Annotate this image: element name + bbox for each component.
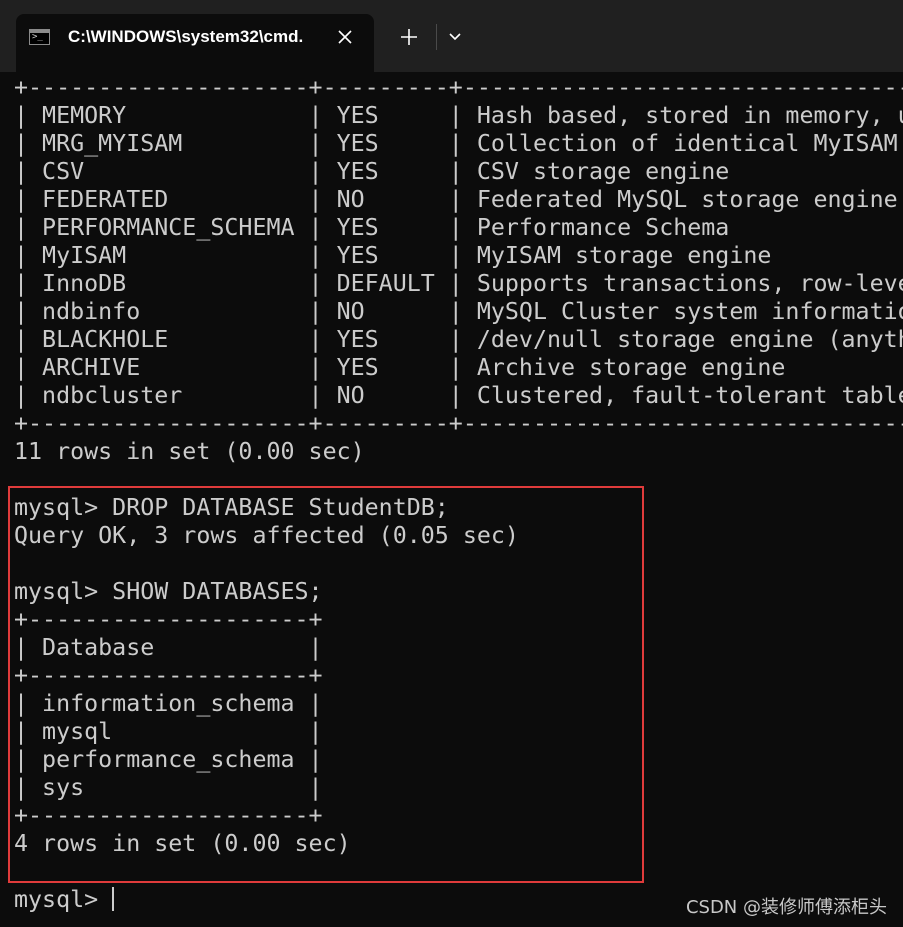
watermark: CSDN @装修师傅添柜头: [685, 897, 887, 918]
text-cursor: [112, 887, 114, 911]
terminal-line: +--------------------+---------+--------…: [14, 74, 903, 101]
terminal-line: | InnoDB | DEFAULT | Supports transactio…: [14, 270, 903, 297]
title-bar: >_ C:\WINDOWS\system32\cmd.: [0, 0, 903, 72]
tab-cmd[interactable]: >_ C:\WINDOWS\system32\cmd.: [16, 14, 374, 72]
terminal-line: | ndbinfo | NO | MySQL Cluster system in…: [14, 298, 903, 325]
terminal-line: | ndbcluster | NO | Clustered, fault-tol…: [14, 382, 903, 409]
plus-icon[interactable]: [395, 23, 423, 51]
tab-title: C:\WINDOWS\system32\cmd.: [68, 27, 304, 46]
terminal-line: | FEDERATED | NO | Federated MySQL stora…: [14, 186, 898, 213]
terminal-line: +--------------------+---------+--------…: [14, 410, 903, 437]
terminal-line: | MRG_MYISAM | YES | Collection of ident…: [14, 130, 898, 157]
terminal-line: | ARCHIVE | YES | Archive storage engine: [14, 354, 786, 381]
tab-separator: [436, 24, 437, 50]
terminal-line: | MyISAM | YES | MyISAM storage engine: [14, 242, 772, 269]
terminal-line: | MEMORY | YES | Hash based, stored in m…: [14, 102, 903, 129]
terminal-line: mysql>: [14, 886, 113, 913]
terminal-window: >_ C:\WINDOWS\system32\cmd. +-----------…: [0, 0, 903, 927]
red-highlight-box: [8, 486, 644, 883]
terminal-line: | BLACKHOLE | YES | /dev/null storage en…: [14, 326, 903, 353]
terminal-line: | CSV | YES | CSV storage engine: [14, 158, 730, 185]
chevron-down-icon[interactable]: [442, 24, 468, 50]
terminal-line: | PERFORMANCE_SCHEMA | YES | Performance…: [14, 214, 730, 241]
cmd-icon: >_: [29, 29, 50, 45]
terminal-line: 11 rows in set (0.00 sec): [14, 438, 365, 465]
close-icon[interactable]: [334, 25, 356, 49]
